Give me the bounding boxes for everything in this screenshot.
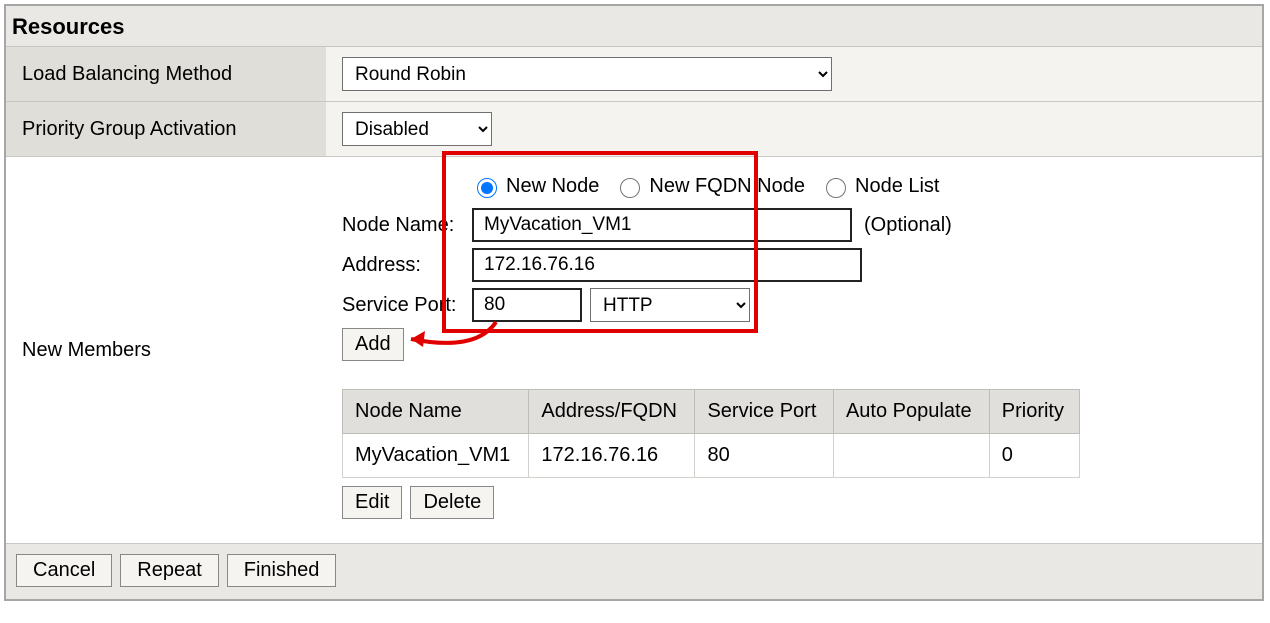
cell-node-name: MyVacation_VM1 xyxy=(343,434,529,478)
node-name-label: Node Name: xyxy=(342,214,472,237)
cancel-button[interactable]: Cancel xyxy=(16,554,112,587)
node-name-optional: (Optional) xyxy=(864,214,952,237)
address-input[interactable] xyxy=(472,248,862,282)
delete-button[interactable]: Delete xyxy=(410,486,494,519)
repeat-button[interactable]: Repeat xyxy=(120,554,219,587)
cell-port: 80 xyxy=(695,434,834,478)
edit-button[interactable]: Edit xyxy=(342,486,402,519)
service-port-proto-select[interactable]: HTTP xyxy=(590,288,750,322)
address-label: Address: xyxy=(342,254,472,277)
panel-title: Resources xyxy=(6,6,1262,46)
finished-button[interactable]: Finished xyxy=(227,554,337,587)
radio-new-fqdn[interactable] xyxy=(620,178,640,198)
fields-table: Load Balancing Method Round Robin Priori… xyxy=(6,46,1262,544)
radio-new-fqdn-text: New FQDN Node xyxy=(649,175,805,198)
radio-new-node[interactable] xyxy=(477,178,497,198)
th-port: Service Port xyxy=(695,390,834,434)
members-table: Node Name Address/FQDN Service Port Auto… xyxy=(342,389,1080,478)
th-priority: Priority xyxy=(989,390,1079,434)
priority-group-label: Priority Group Activation xyxy=(6,102,326,157)
service-port-label: Service Port: xyxy=(342,294,472,317)
th-address: Address/FQDN xyxy=(529,390,695,434)
radio-node-list-label[interactable]: Node List xyxy=(821,175,940,198)
lb-method-label: Load Balancing Method xyxy=(6,47,326,102)
add-button[interactable]: Add xyxy=(342,328,404,361)
radio-new-fqdn-label[interactable]: New FQDN Node xyxy=(615,175,805,198)
radio-node-list[interactable] xyxy=(826,178,846,198)
footer-buttons: Cancel Repeat Finished xyxy=(6,544,1262,599)
node-type-radios: New Node New FQDN Node Node List xyxy=(342,175,1246,198)
radio-new-node-label[interactable]: New Node xyxy=(472,175,599,198)
th-auto: Auto Populate xyxy=(833,390,989,434)
resources-panel: Resources Load Balancing Method Round Ro… xyxy=(4,4,1264,601)
cell-priority: 0 xyxy=(989,434,1079,478)
lb-method-select[interactable]: Round Robin xyxy=(342,57,832,91)
cell-address: 172.16.76.16 xyxy=(529,434,695,478)
cell-auto xyxy=(833,434,989,478)
radio-new-node-text: New Node xyxy=(506,175,599,198)
th-node-name: Node Name xyxy=(343,390,529,434)
new-members-label: New Members xyxy=(6,157,326,544)
radio-node-list-text: Node List xyxy=(855,175,940,198)
node-name-input[interactable] xyxy=(472,208,852,242)
priority-group-select[interactable]: Disabled xyxy=(342,112,492,146)
service-port-input[interactable] xyxy=(472,288,582,322)
table-row[interactable]: MyVacation_VM1 172.16.76.16 80 0 xyxy=(343,434,1080,478)
